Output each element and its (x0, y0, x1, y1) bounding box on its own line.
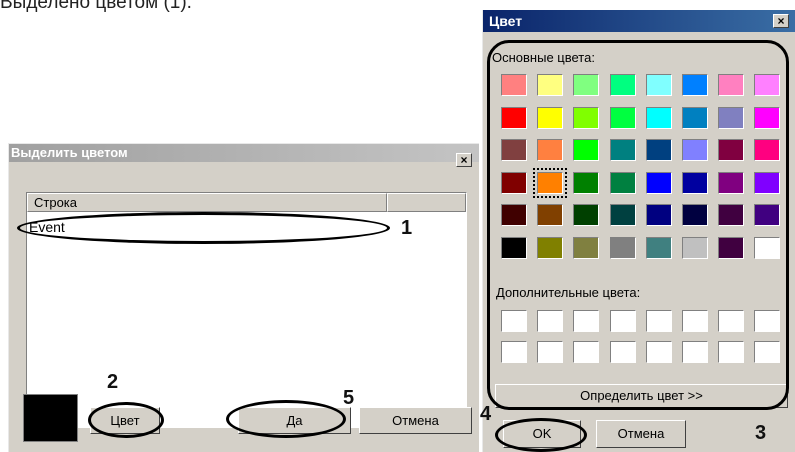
column-header-empty[interactable] (387, 193, 466, 212)
annotation-2: 2 (107, 371, 119, 393)
annotation-1: 1 (401, 217, 413, 239)
color-cancel-button[interactable]: Отмена (596, 420, 686, 448)
highlight-oval-color-button (88, 402, 164, 438)
color-dialog-title: Цвет (483, 10, 795, 32)
annotation-5: 5 (343, 387, 355, 409)
dialog-title: Выделить цветом (9, 144, 479, 162)
highlight-oval-row (17, 212, 390, 244)
instruction-text: Выделено цветом (1). (0, 0, 192, 13)
cancel-button[interactable]: Отмена (359, 407, 472, 434)
column-header-row[interactable]: Строка (27, 193, 387, 212)
annotation-3: 3 (755, 422, 767, 444)
highlight-oval-color-grid (487, 40, 789, 410)
color-dialog-close-icon[interactable]: × (773, 14, 789, 28)
color-preview (23, 394, 78, 442)
annotation-4: 4 (480, 403, 492, 425)
highlight-oval-yes-button (226, 400, 346, 438)
close-icon[interactable]: × (456, 153, 472, 167)
highlight-oval-ok-button (495, 418, 587, 452)
